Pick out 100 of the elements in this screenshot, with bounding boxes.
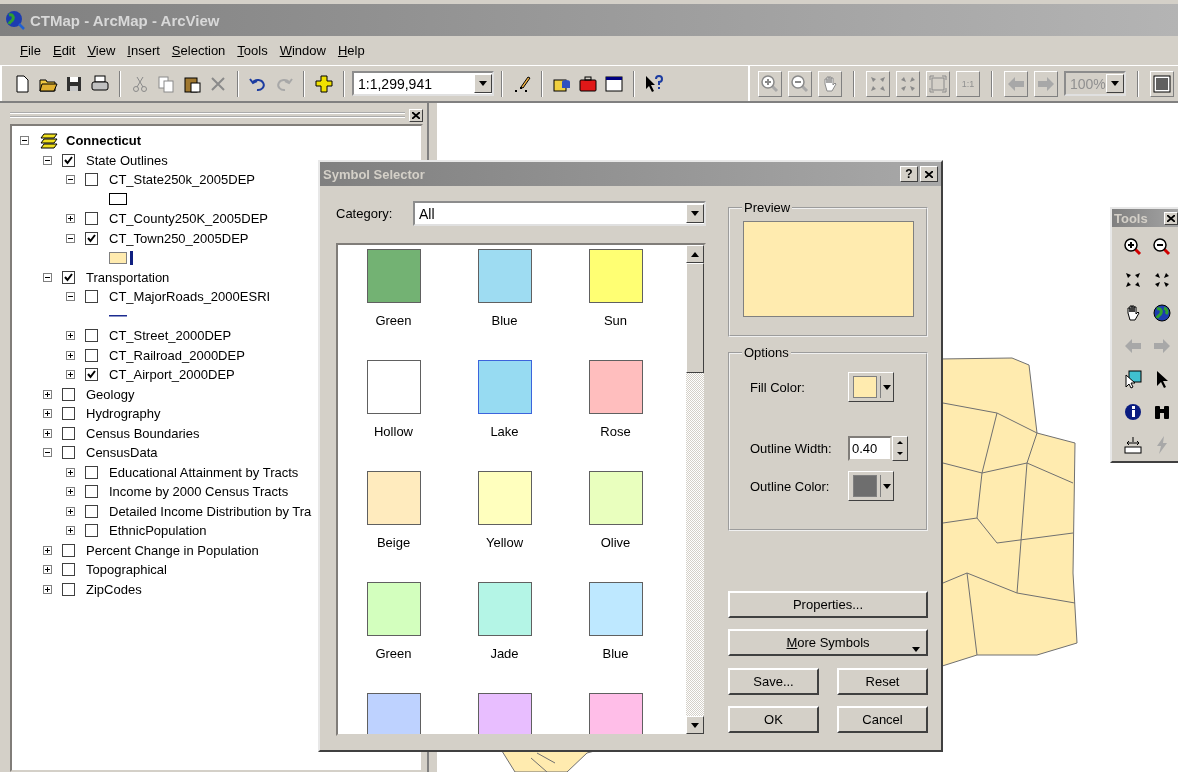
tree-expander[interactable] [43,155,52,165]
layer-name[interactable]: CT_Airport_2000DEP [109,367,235,383]
layer-checkbox[interactable] [85,368,98,382]
layer-name[interactable]: Income by 2000 Census Tracts [109,484,289,500]
scroll-up-button[interactable] [686,245,704,263]
tree-expander[interactable] [66,526,75,536]
layer-name[interactable]: Topographical [86,562,167,578]
symbol-swatch[interactable] [366,693,421,734]
more-symbols-button[interactable]: More Symbols [728,629,928,656]
symbol-swatch[interactable] [477,360,532,414]
tree-expander[interactable] [43,545,52,555]
menu-item[interactable]: Tools [231,43,274,58]
symbol-swatch[interactable] [588,471,643,525]
layer-checkbox[interactable] [62,446,75,460]
scroll-down-button[interactable] [686,716,704,734]
symbol-swatch[interactable] [366,471,421,525]
tree-expander[interactable] [43,409,52,419]
tree-expander[interactable] [43,584,52,594]
outline-color-button[interactable] [848,471,894,501]
layer-checkbox[interactable] [62,387,75,401]
layer-checkbox[interactable] [85,290,98,304]
layer-name[interactable]: CT_Railroad_2000DEP [109,347,245,363]
tree-expander[interactable] [66,331,75,341]
layer-checkbox[interactable] [62,426,75,440]
layer-name[interactable]: Transportation [86,269,170,285]
tree-expander[interactable] [43,448,52,458]
menu-item[interactable]: View [81,43,122,58]
tree-expander[interactable] [20,136,29,146]
page-button[interactable] [1150,70,1174,97]
help-button[interactable]: ? [900,166,918,182]
save-button[interactable]: Save... [728,668,819,695]
symbol-swatch[interactable] [366,249,421,303]
fill-color-button[interactable] [848,372,894,402]
layer-checkbox[interactable] [85,485,98,499]
layer-name[interactable]: CT_Street_2000DEP [109,328,232,344]
layer-name[interactable]: EthnicPopulation [109,523,207,539]
layer-checkbox[interactable] [62,582,75,596]
layer-checkbox[interactable] [85,465,98,479]
spin-buttons[interactable] [892,435,908,461]
layer-checkbox[interactable] [62,407,75,421]
symbol-swatch[interactable] [477,249,532,303]
layer-checkbox[interactable] [85,231,98,245]
layer-name[interactable]: Detailed Income Distribution by Tra [109,503,312,519]
symbol-swatch[interactable] [588,360,643,414]
tree-expander[interactable] [43,272,52,282]
layer-name[interactable]: CT_State250k_2005DEP [109,172,255,188]
layer-name[interactable]: Census Boundaries [86,425,200,441]
layer-checkbox[interactable] [85,329,98,343]
layer-name[interactable]: CT_MajorRoads_2000ESRI [109,289,271,305]
tree-expander[interactable] [66,506,75,516]
menu-item[interactable]: File [14,43,47,58]
outline-width-field[interactable]: 0.40 [848,435,892,461]
layer-checkbox[interactable] [62,270,75,284]
menu-item[interactable]: Edit [46,43,82,58]
symbol-swatch[interactable] [588,693,643,734]
menu-item[interactable]: Insert [121,43,166,58]
layer-checkbox[interactable] [85,173,98,187]
layer-checkbox[interactable] [62,543,75,557]
menu-item[interactable]: Selection [165,43,232,58]
layer-name[interactable]: ZipCodes [86,581,142,597]
layer-name[interactable]: Hydrography [86,406,161,422]
layer-name[interactable]: CensusData [86,445,158,461]
tree-expander[interactable] [43,389,52,399]
layer-checkbox[interactable] [85,348,98,362]
layer-checkbox[interactable] [62,563,75,577]
tree-expander[interactable] [43,428,52,438]
symbol-swatch[interactable] [477,582,532,636]
ok-button[interactable]: OK [728,706,819,733]
layer-name[interactable]: Percent Change in Population [86,542,259,558]
tree-expander[interactable] [66,370,75,380]
properties-button[interactable]: Properties... [728,591,928,618]
data-frame-name[interactable]: Connecticut [66,133,142,149]
category-dropdown[interactable]: All [413,201,706,226]
layer-name[interactable]: Educational Attainment by Tracts [109,464,299,480]
close-button[interactable] [920,166,938,182]
tree-expander[interactable] [43,565,52,575]
layer-name[interactable]: CT_Town250_2005DEP [109,230,249,246]
tree-expander[interactable] [66,487,75,497]
tree-expander[interactable] [66,467,75,477]
symbol-swatch[interactable] [588,582,643,636]
scale-dropdown[interactable]: 1:1,299,941 [352,71,494,96]
layer-checkbox[interactable] [85,504,98,518]
layer-name[interactable]: State Outlines [86,152,168,168]
layer-checkbox[interactable] [85,524,98,538]
menu-item[interactable]: Window [273,43,332,58]
tree-expander[interactable] [66,292,75,302]
layer-checkbox[interactable] [62,153,75,167]
symbol-swatch[interactable] [366,582,421,636]
reset-button[interactable]: Reset [837,668,928,695]
tree-expander[interactable] [66,350,75,360]
symbol-swatch[interactable] [477,471,532,525]
layer-name[interactable]: CT_County250K_2005DEP [109,211,268,227]
tree-expander[interactable] [66,233,75,243]
tree-expander[interactable] [66,175,75,185]
symbol-swatch[interactable] [477,693,532,734]
tree-expander[interactable] [66,214,75,224]
symbol-swatch[interactable] [588,249,643,303]
layer-name[interactable]: Geology [86,386,135,402]
close-button[interactable] [409,108,423,122]
cancel-button[interactable]: Cancel [837,706,928,733]
